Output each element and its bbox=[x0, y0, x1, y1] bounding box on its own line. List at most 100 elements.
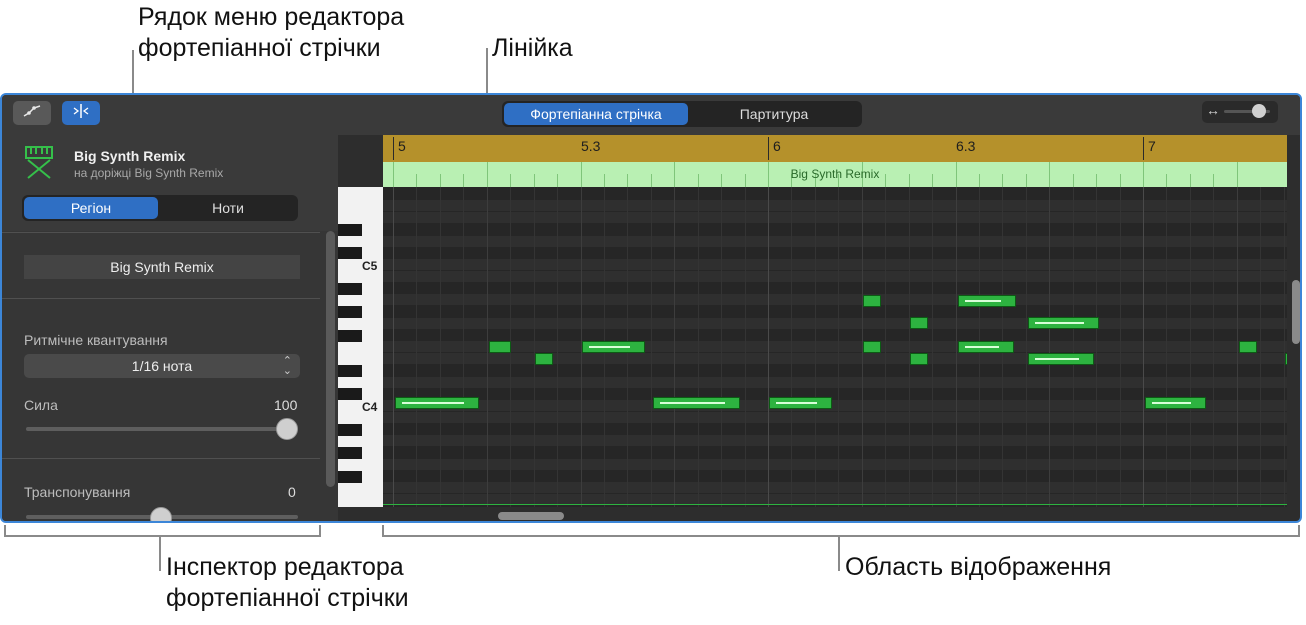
quantize-popup[interactable]: 1/16 нота ⌃ ⌄ bbox=[24, 354, 300, 378]
tab-score[interactable]: Партитура bbox=[688, 103, 860, 125]
tab-piano-roll[interactable]: Фортепіанна стрічка bbox=[504, 103, 688, 125]
tab-region[interactable]: Регіон bbox=[24, 197, 158, 219]
midi-note[interactable] bbox=[395, 397, 479, 409]
grid-line bbox=[650, 187, 652, 507]
grid-row bbox=[383, 270, 1287, 282]
automation-curve-icon bbox=[23, 104, 41, 123]
grid-line bbox=[768, 187, 769, 507]
grid-line bbox=[1189, 187, 1191, 507]
ruler-label: 5 bbox=[398, 138, 406, 154]
ruler-label: 6.3 bbox=[956, 138, 976, 154]
quantize-value: 1/16 нота bbox=[131, 358, 193, 374]
grid-line bbox=[533, 187, 535, 507]
inspector-bracket bbox=[4, 535, 321, 537]
callout-display-area: Область відображення bbox=[845, 553, 1112, 581]
grid-row bbox=[383, 200, 1287, 212]
grid-row bbox=[383, 435, 1287, 447]
piano-roll-editor: Фортепіанна стрічка Партитура ↔ Big Synt… bbox=[0, 93, 1302, 523]
grid-line bbox=[1143, 187, 1144, 507]
midi-note[interactable] bbox=[958, 341, 1014, 353]
midi-note[interactable] bbox=[863, 341, 881, 353]
ruler-bar-tick bbox=[1143, 137, 1144, 160]
callout-inspector: Інспектор редактора фортепіанної стрічки bbox=[166, 552, 409, 614]
ruler-bar-tick bbox=[393, 137, 394, 160]
grid-line bbox=[486, 187, 488, 507]
inspector-divider bbox=[2, 458, 320, 459]
callout-inspector-line2: фортепіанної стрічки bbox=[166, 584, 409, 612]
midi-note[interactable] bbox=[958, 295, 1016, 307]
black-key[interactable] bbox=[338, 306, 362, 318]
ruler-label: 7 bbox=[1148, 138, 1156, 154]
vertical-scrollbar[interactable] bbox=[1292, 280, 1300, 344]
region-name-field[interactable]: Big Synth Remix bbox=[24, 255, 300, 279]
piano-roll-grid[interactable] bbox=[383, 187, 1287, 507]
transpose-value: 0 bbox=[288, 484, 296, 500]
grid-line bbox=[674, 187, 676, 507]
strength-slider-knob[interactable] bbox=[276, 418, 298, 440]
grid-row bbox=[383, 458, 1287, 470]
inspector-bracket-right bbox=[319, 525, 321, 537]
black-key[interactable] bbox=[338, 247, 362, 260]
ruler[interactable]: 5 5.3 6 6.3 7 bbox=[383, 135, 1287, 162]
zoom-knob[interactable] bbox=[1252, 104, 1266, 118]
strength-value: 100 bbox=[274, 397, 298, 413]
midi-note[interactable] bbox=[582, 341, 645, 353]
midi-note[interactable] bbox=[1028, 317, 1099, 329]
piano-roll-inspector: Big Synth Remix на доріжці Big Synth Rem… bbox=[2, 135, 338, 521]
midi-note[interactable] bbox=[1285, 353, 1287, 365]
transpose-slider-knob[interactable] bbox=[150, 507, 172, 521]
grid-row bbox=[383, 353, 1287, 364]
grid-line bbox=[439, 187, 441, 507]
black-key[interactable] bbox=[338, 282, 362, 295]
transpose-label: Транспонування bbox=[24, 484, 131, 500]
automation-button[interactable] bbox=[13, 101, 51, 125]
midi-note[interactable] bbox=[653, 397, 740, 409]
midi-note[interactable] bbox=[535, 353, 553, 365]
grid-row bbox=[383, 294, 1287, 306]
updown-chevron-icon: ⌃ ⌄ bbox=[282, 355, 292, 377]
midi-note[interactable] bbox=[910, 317, 928, 329]
playhead-catch-icon bbox=[72, 103, 90, 124]
black-key[interactable] bbox=[338, 447, 362, 459]
inspector-scrollbar[interactable] bbox=[326, 231, 335, 487]
grid-line bbox=[838, 187, 840, 507]
region-subtitle: на доріжці Big Synth Remix bbox=[74, 166, 224, 180]
midi-note[interactable] bbox=[910, 353, 928, 365]
editor-menu-bar: Фортепіанна стрічка Партитура ↔ bbox=[2, 95, 1300, 135]
piano-keyboard[interactable]: C5 C4 bbox=[338, 187, 383, 507]
black-key[interactable] bbox=[338, 388, 362, 401]
black-key[interactable] bbox=[338, 223, 362, 236]
strength-slider-track[interactable] bbox=[26, 427, 296, 431]
grid-line bbox=[721, 187, 723, 507]
ruler-label: 5.3 bbox=[581, 138, 601, 154]
grid-row bbox=[383, 259, 1287, 270]
horizontal-zoom-slider[interactable]: ↔ bbox=[1202, 101, 1278, 123]
grid-line bbox=[557, 187, 559, 507]
quantize-label: Ритмічне квантування bbox=[24, 332, 168, 348]
grid-row bbox=[383, 317, 1287, 329]
catch-playhead-button[interactable] bbox=[62, 101, 100, 125]
midi-note[interactable] bbox=[863, 295, 881, 307]
midi-note[interactable] bbox=[489, 341, 511, 353]
callout-line-display bbox=[838, 535, 840, 571]
callout-line-menu-bar bbox=[132, 50, 134, 94]
grid-line bbox=[416, 187, 418, 507]
grid-line bbox=[791, 187, 793, 507]
grid-row bbox=[383, 482, 1287, 494]
region-header[interactable]: Big Synth Remix bbox=[383, 162, 1287, 187]
horizontal-scrollbar[interactable] bbox=[498, 512, 564, 520]
black-key[interactable] bbox=[338, 423, 362, 436]
black-key[interactable] bbox=[338, 364, 362, 377]
midi-note[interactable] bbox=[1028, 353, 1094, 365]
midi-note[interactable] bbox=[1239, 341, 1257, 353]
black-key[interactable] bbox=[338, 470, 362, 483]
black-key[interactable] bbox=[338, 329, 362, 342]
midi-note[interactable] bbox=[769, 397, 832, 409]
callout-line-inspector bbox=[159, 535, 161, 571]
midi-note[interactable] bbox=[1145, 397, 1206, 409]
callout-menu-bar-line1: Рядок меню редактора bbox=[138, 3, 405, 31]
grid-line bbox=[1236, 187, 1238, 507]
tab-notes[interactable]: Ноти bbox=[160, 197, 296, 219]
grid-row bbox=[383, 376, 1287, 388]
display-bracket bbox=[382, 535, 1300, 537]
